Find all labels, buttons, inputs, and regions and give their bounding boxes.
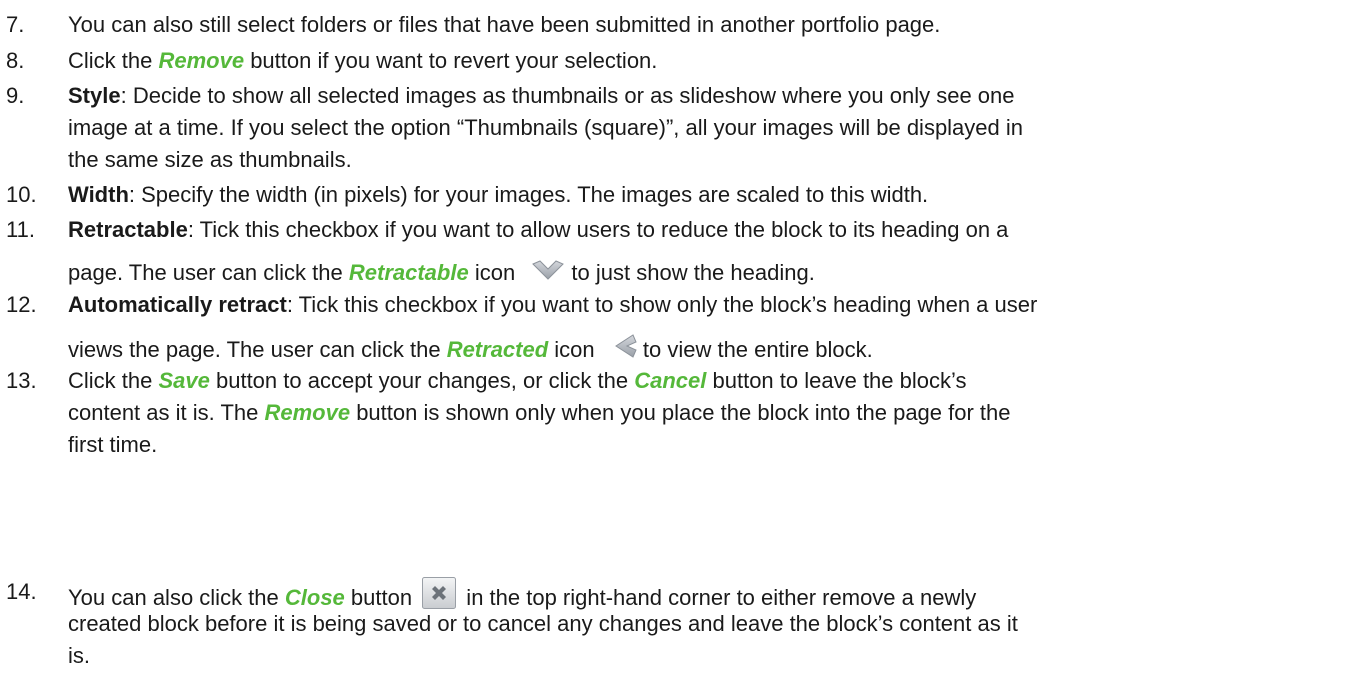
- list-text: You can also still select folders or fil…: [68, 12, 941, 37]
- list-number: 14.: [6, 579, 37, 604]
- option-label: Width: [68, 182, 129, 207]
- close-icon: [422, 577, 457, 609]
- list-text: is.: [68, 643, 90, 668]
- save-term: Save: [158, 368, 210, 393]
- list-text: views the page. The user can click the R…: [68, 333, 873, 365]
- chevron-left-icon: [613, 333, 637, 359]
- list-number: 13.: [6, 368, 37, 393]
- list-text: created block before it is being saved o…: [68, 611, 1018, 636]
- list-number: 9.: [6, 83, 25, 108]
- list-text: the same size as thumbnails.: [68, 147, 352, 172]
- list-text: Style: Decide to show all selected image…: [68, 83, 1015, 108]
- list-text: Automatically retract: Tick this checkbo…: [68, 292, 1038, 317]
- list-number: 11.: [6, 217, 35, 242]
- list-text: Click the Save button to accept your cha…: [68, 368, 967, 393]
- list-text: Click the Remove button if you want to r…: [68, 48, 658, 73]
- list-text: first time.: [68, 432, 158, 457]
- retractable-term: Retractable: [348, 260, 469, 285]
- list-text: Retractable: Tick this checkbox if you w…: [68, 217, 1009, 242]
- option-label: Retractable: [68, 217, 188, 242]
- list-text: You can also click the Close button in t…: [68, 577, 976, 613]
- list-text: content as it is. The Remove button is s…: [68, 400, 1011, 425]
- option-label: Automatically retract: [68, 292, 287, 317]
- remove-term: Remove: [158, 48, 245, 73]
- list-text: page. The user can click the Retractable…: [68, 260, 815, 285]
- option-label: Style: [68, 83, 121, 108]
- retracted-term: Retracted: [446, 337, 549, 362]
- list-number: 7.: [6, 12, 25, 37]
- cancel-term: Cancel: [634, 368, 707, 393]
- chevron-down-icon: [531, 260, 565, 282]
- list-text: image at a time. If you select the optio…: [68, 115, 1024, 140]
- remove-term: Remove: [264, 400, 351, 425]
- instructions-document: 7. You can also still select folders or …: [0, 0, 1370, 679]
- close-term: Close: [284, 585, 345, 610]
- list-number: 10.: [6, 182, 37, 207]
- list-number: 8.: [6, 48, 25, 73]
- list-text: Width: Specify the width (in pixels) for…: [68, 182, 929, 207]
- list-number: 12.: [6, 292, 37, 317]
